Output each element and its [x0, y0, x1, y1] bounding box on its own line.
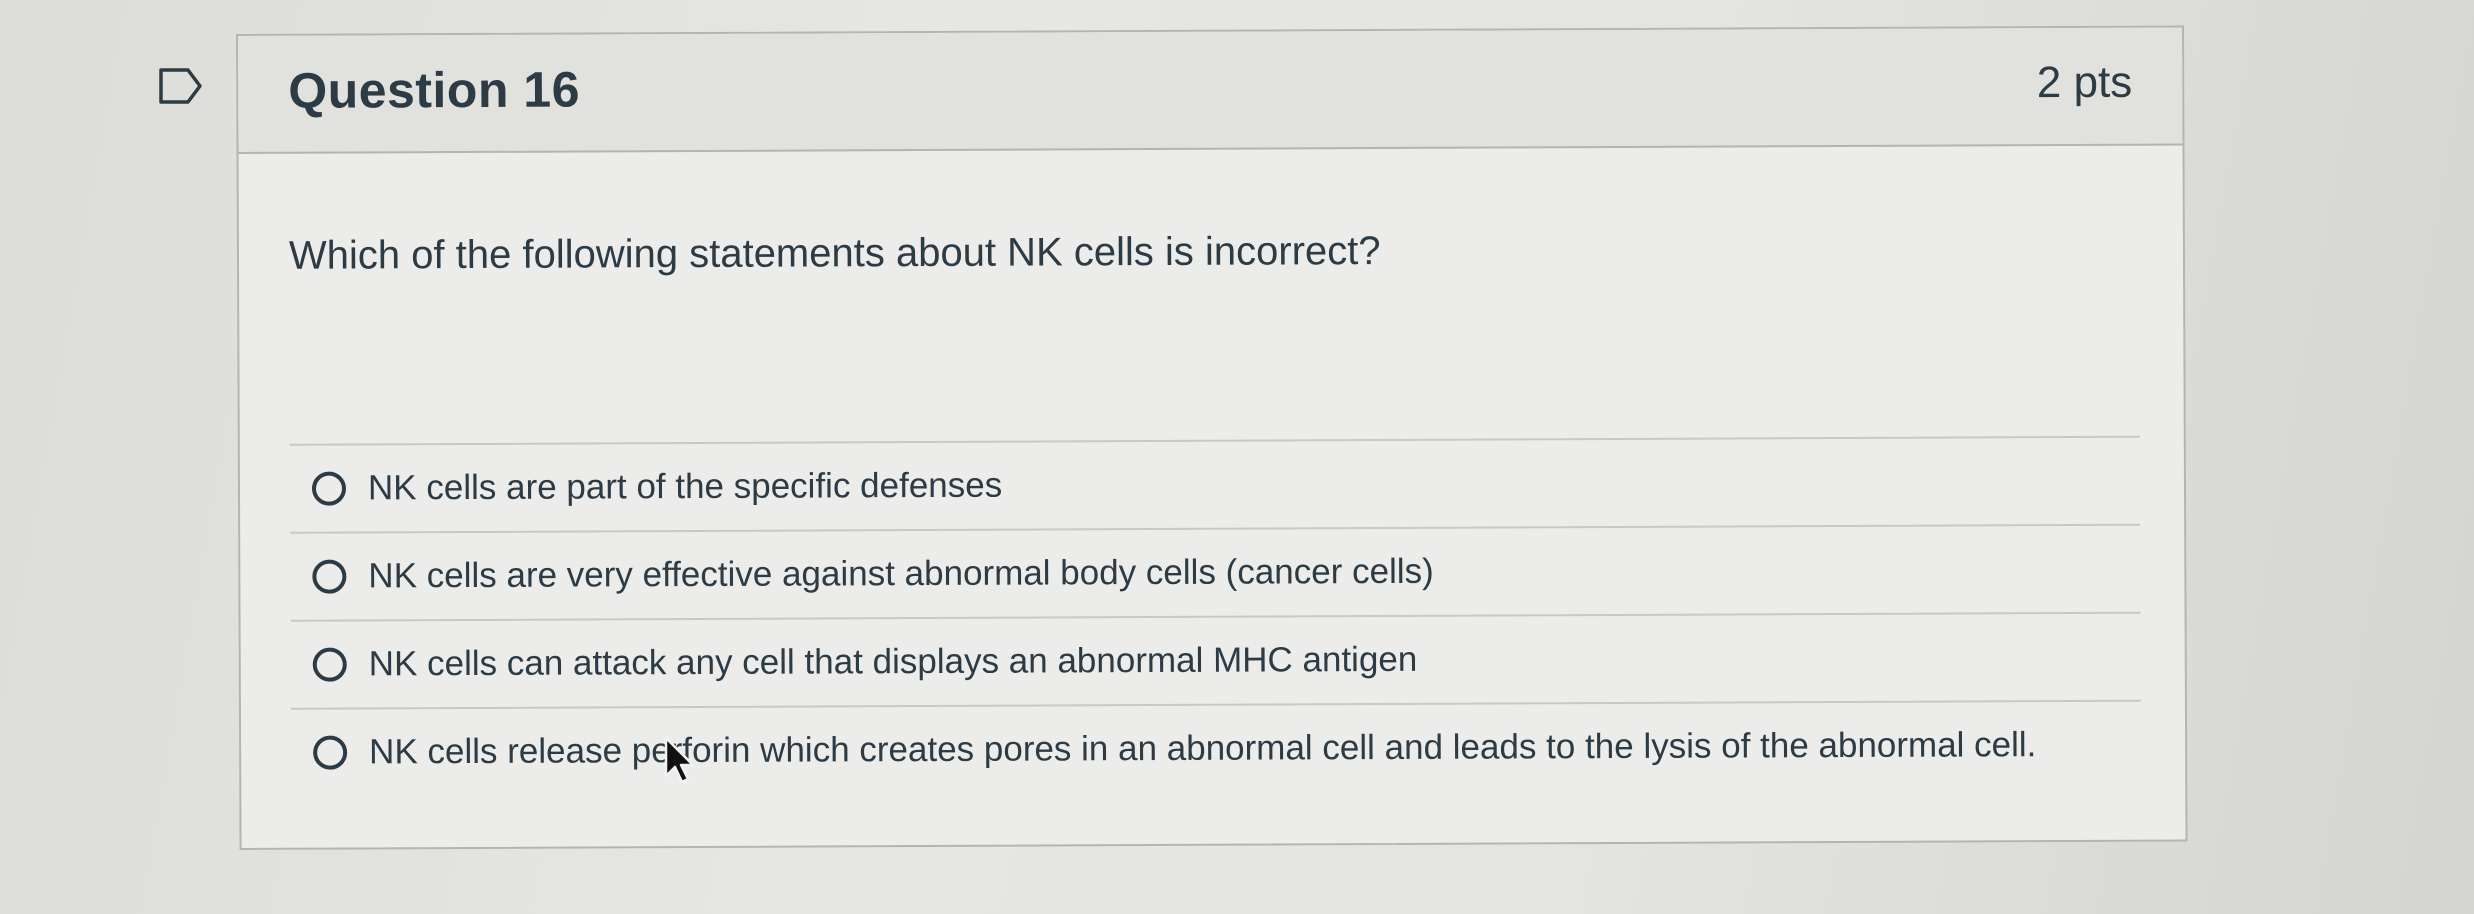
answer-option-2[interactable]: NK cells are very effective against abno… — [290, 525, 2141, 622]
answer-label[interactable]: NK cells are part of the specific defens… — [368, 466, 1002, 509]
question-points: 2 pts — [2036, 57, 2133, 108]
answer-option-3[interactable]: NK cells can attack any cell that displa… — [290, 613, 2141, 710]
radio-button[interactable] — [312, 559, 347, 594]
radio-button[interactable] — [311, 471, 347, 506]
question-card: Question 16 2 pts Which of the following… — [236, 25, 2188, 850]
question-title: Question 16 — [288, 61, 581, 119]
answer-option-4[interactable]: NK cells release perforin which creates … — [291, 702, 2141, 796]
flag-question-icon[interactable] — [158, 66, 204, 106]
radio-button[interactable] — [313, 735, 348, 770]
answer-list: NK cells are part of the specific defens… — [289, 435, 2142, 796]
question-text: Which of the following statements about … — [288, 229, 1381, 278]
question-header: Question 16 2 pts — [238, 27, 2183, 154]
answer-option-1[interactable]: NK cells are part of the specific defens… — [289, 437, 2141, 534]
answer-label[interactable]: NK cells release perforin which creates … — [369, 725, 2036, 772]
radio-button[interactable] — [312, 647, 347, 682]
answer-label[interactable]: NK cells are very effective against abno… — [368, 552, 1434, 597]
answer-label[interactable]: NK cells can attack any cell that displa… — [369, 640, 1418, 685]
